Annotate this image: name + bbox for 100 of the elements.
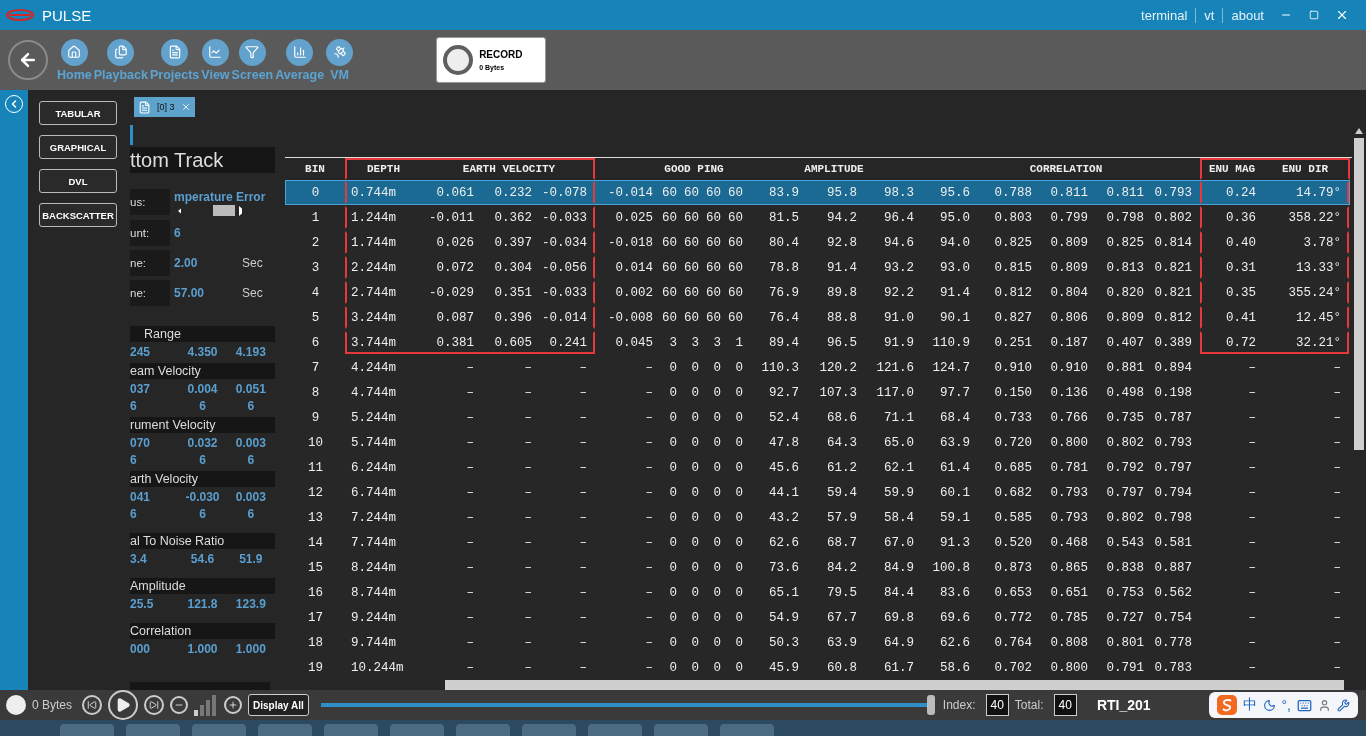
table-cell-text: 60 [705,210,722,225]
close-icon[interactable] [1335,8,1349,22]
table-cell-text: 0 [668,485,678,500]
table-cell-text: 0.720 [993,435,1033,450]
restore-icon[interactable] [1309,10,1319,20]
top-link[interactable]: vt [1195,7,1223,23]
ime-logo-icon[interactable] [1216,695,1237,715]
next-button[interactable] [144,695,165,715]
mode-button[interactable]: DVL [39,169,117,193]
record-dot-icon[interactable] [6,695,26,715]
table-cell-text: 0 [690,635,700,650]
table-cell-text: 4.744m [350,385,397,400]
moon-icon[interactable] [1262,698,1276,712]
previous-button[interactable] [82,695,103,715]
table-cell-text: 0 [690,460,700,475]
mode-button[interactable]: TABULAR [39,101,117,125]
table-cell-text: 0.35 [1225,285,1257,300]
table-cell-text: 6 [310,335,321,350]
table-cell-text: 0.783 [1153,660,1193,675]
table-cell-text: 0.806 [1049,310,1089,325]
punctuation-indicator[interactable]: °, [1281,697,1291,713]
record-label: RECORD [479,49,523,60]
skip-back-icon [87,700,98,710]
scrollbar[interactable] [445,680,1344,690]
close-icon[interactable] [180,102,191,112]
table-cell-text: 0 [734,585,744,600]
user-icon[interactable] [1318,698,1331,712]
top-link[interactable]: about [1222,7,1272,23]
table-cell-text: 62.6 [768,535,800,550]
keyboard-icon[interactable] [1297,697,1312,713]
table-cell-text: 0.809 [1049,260,1089,275]
table-cell-text: 0.772 [993,610,1033,625]
table-cell-text: 92.2 [883,285,915,300]
back-button[interactable] [8,40,48,80]
table-cell-text: 0 [690,385,700,400]
table-cell-text: 14.79° [1295,185,1342,200]
table-cell-text: -0.033 [541,210,588,225]
table-cell-text: – [1332,535,1342,550]
table-cell-text: – [578,560,588,575]
table-cell-text: 1 [734,335,744,350]
status-label: ne: [130,250,170,276]
right-arrow-icon[interactable] [238,205,242,216]
up-arrow-icon[interactable] [1355,128,1363,134]
table-cell-text: 65.1 [768,585,800,600]
slider-thumb[interactable] [926,695,935,715]
mode-button[interactable]: BACKSCATTER [39,203,117,227]
table-cell-text: – [578,660,588,675]
display-all-button[interactable]: Display All [248,694,309,716]
table-cell-text: 13.33° [1295,260,1342,275]
table-cell-text: 14 [307,535,324,550]
table-cell-text: 0.072 [435,260,475,275]
table-cell-text: – [644,410,654,425]
document-tab[interactable]: [0] 3 [134,97,195,117]
table-cell-text: 0.811 [1049,185,1089,200]
section-value: 1.000 [234,642,267,656]
table-cell-text: 0.804 [1049,285,1089,300]
section-value: 037 [130,382,152,396]
table-cell-text: 95.0 [939,210,971,225]
table-cell-text: – [644,385,654,400]
table-cell-text: -0.033 [541,285,588,300]
zoom-in-button[interactable] [224,696,243,714]
section-value: 0.003 [234,436,267,450]
table-cell-text: 0 [734,410,744,425]
table-cell-text: 0.014 [614,260,654,275]
slider-thumb[interactable] [213,205,235,216]
table-cell-text: 0.685 [993,460,1033,475]
table-cell-text: – [1247,410,1257,425]
table-cell-text: 12 [307,485,324,500]
scrollbar[interactable] [1354,138,1364,450]
mode-button[interactable]: GRAPHICAL [39,135,117,159]
table-cell-text: 0.389 [1153,335,1193,350]
table-cell-text: 0.40 [1225,235,1257,250]
table-cell-text: 0 [712,610,722,625]
table-cell-text: – [1247,485,1257,500]
table-cell-text: 0.651 [1049,585,1089,600]
language-indicator[interactable]: 中 [1242,696,1257,714]
status-value: mperature Error [173,190,266,204]
top-link[interactable]: terminal [1133,7,1196,23]
table-cell-text: – [1247,535,1257,550]
table-cell-text: 0.781 [1049,460,1089,475]
table-row[interactable]: 0 0.744m 0.061 0.232 -0.078 -0.014 60 60 60 60 83.9 95.8 98.3 95.6 0.788 0.811 0.811 0.793 0.24 14.79° [285,180,1350,205]
zoom-out-button[interactable] [170,696,189,714]
table-cell-text: 0 [734,360,744,375]
wrench-icon[interactable] [1337,698,1350,712]
table-cell-text: 0 [712,460,722,475]
table-cell-text: – [1332,560,1342,575]
table-cell-text: -0.034 [541,235,588,250]
logo-icon [6,8,34,22]
table-cell-text: 60 [727,260,744,275]
index-field[interactable]: 40 [985,694,1009,716]
table-cell-text: 11 [307,460,324,475]
table-cell-text: 0.24 [1225,185,1257,200]
table-cell-text: 0.744m [350,185,397,200]
table-cell-text: – [1247,435,1257,450]
table-cell-text: 60 [683,235,700,250]
total-field[interactable]: 40 [1053,694,1077,716]
table-cell-text: 0 [734,510,744,525]
play-button[interactable] [108,690,139,720]
table-cell-text: 62.6 [939,635,971,650]
table-cell-text: 3 [712,335,722,350]
